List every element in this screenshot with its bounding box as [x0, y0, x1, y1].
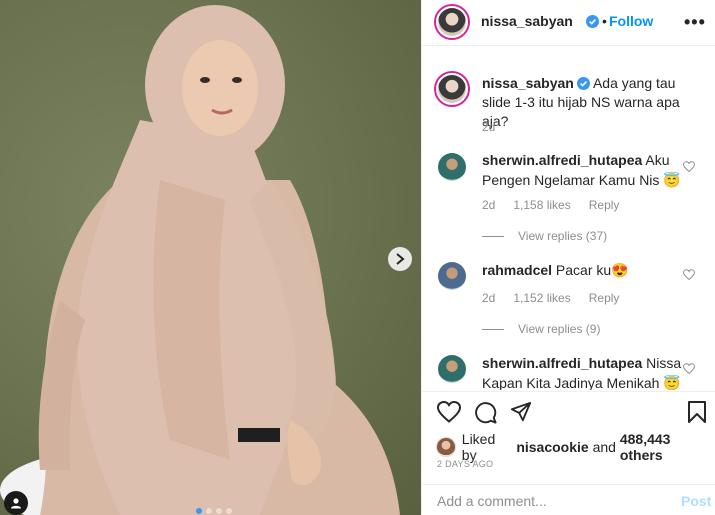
comment-timestamp[interactable]: 2d — [482, 291, 495, 305]
tagged-users-button[interactable] — [4, 491, 28, 515]
likes-middle: and — [588, 439, 620, 455]
comment: sherwin.alfredi_hutapea Nissa Kapan Kita… — [482, 353, 692, 390]
chevron-right-icon — [396, 253, 405, 265]
comment-username[interactable]: rahmadcel — [482, 262, 552, 278]
author-username[interactable]: nissa_sabyan — [481, 13, 573, 29]
reply-button[interactable]: Reply — [589, 291, 620, 305]
heart-icon[interactable] — [683, 161, 695, 173]
view-replies-line — [482, 328, 504, 330]
comment-meta: 2d 1,158 likes Reply — [482, 198, 637, 212]
carousel-dot — [226, 508, 232, 514]
view-replies-label: View replies (9) — [518, 322, 601, 336]
share-send-icon[interactable] — [510, 401, 532, 423]
author-avatar[interactable] — [434, 4, 470, 40]
comment: sherwin.alfredi_hutapea Aku Pengen Ngela… — [482, 150, 692, 190]
carousel-dot — [196, 508, 202, 514]
post-header: nissa_sabyan • Follow ••• — [422, 0, 715, 46]
next-slide-button[interactable] — [388, 247, 412, 271]
like-heart-icon[interactable] — [437, 401, 461, 423]
verified-badge-icon — [576, 77, 590, 90]
caption-timestamp[interactable]: 2d — [482, 120, 495, 134]
view-replies-line — [482, 235, 504, 237]
carousel-dot — [216, 508, 222, 514]
post-comment-button[interactable]: Post — [681, 493, 711, 509]
comment-likes[interactable]: 1,152 likes — [513, 291, 570, 305]
view-replies-button[interactable]: View replies (37) — [482, 229, 607, 243]
caption: nissa_sabyan Ada yang tau slide 1-3 itu … — [482, 74, 702, 131]
carousel-dot — [206, 508, 212, 514]
save-bookmark-icon[interactable] — [688, 401, 706, 423]
comment-username[interactable]: sherwin.alfredi_hutapea — [482, 355, 642, 371]
liker-username[interactable]: nisacookie — [516, 439, 588, 455]
post-date[interactable]: 2 DAYS AGO — [437, 459, 493, 469]
caption-author-avatar[interactable] — [434, 71, 470, 107]
follow-button[interactable]: Follow — [609, 13, 653, 29]
liker-avatar[interactable] — [436, 437, 456, 457]
comment-meta: 2d 1,152 likes Reply — [482, 291, 637, 305]
more-options-button[interactable]: ••• — [684, 12, 706, 33]
comment-username[interactable]: sherwin.alfredi_hutapea — [482, 152, 642, 168]
heart-icon[interactable] — [683, 363, 695, 375]
carousel-dots — [196, 508, 232, 514]
post-actions: Liked by nisacookie and 488,443 others 2… — [422, 391, 715, 515]
view-replies-button[interactable]: View replies (9) — [482, 322, 600, 336]
comment-composer: Post — [422, 484, 715, 515]
heart-icon[interactable] — [683, 269, 695, 281]
comments-list[interactable]: nissa_sabyan Ada yang tau slide 1-3 itu … — [422, 47, 715, 390]
post-media[interactable] — [0, 0, 421, 515]
add-comment-input[interactable] — [437, 490, 667, 512]
header-separator: • — [602, 13, 607, 29]
comment-timestamp[interactable]: 2d — [482, 198, 495, 212]
reply-button[interactable]: Reply — [589, 198, 620, 212]
caption-username[interactable]: nissa_sabyan — [482, 75, 574, 91]
post-details-panel: nissa_sabyan • Follow ••• nissa_sabyan A… — [421, 0, 715, 515]
comment-avatar[interactable] — [438, 153, 466, 181]
comment-avatar[interactable] — [438, 262, 466, 290]
comment-text: Pacar ku😍 — [552, 262, 629, 278]
verified-badge-icon — [586, 13, 599, 29]
likes-count[interactable]: 488,443 others — [620, 431, 715, 463]
post-photo — [0, 5, 400, 515]
comment: rahmadcel Pacar ku😍 — [482, 260, 692, 280]
view-replies-label: View replies (37) — [518, 229, 608, 243]
comment-likes[interactable]: 1,158 likes — [513, 198, 570, 212]
comment-icon[interactable] — [474, 401, 497, 424]
comment-avatar[interactable] — [438, 355, 466, 383]
user-icon — [11, 498, 21, 509]
